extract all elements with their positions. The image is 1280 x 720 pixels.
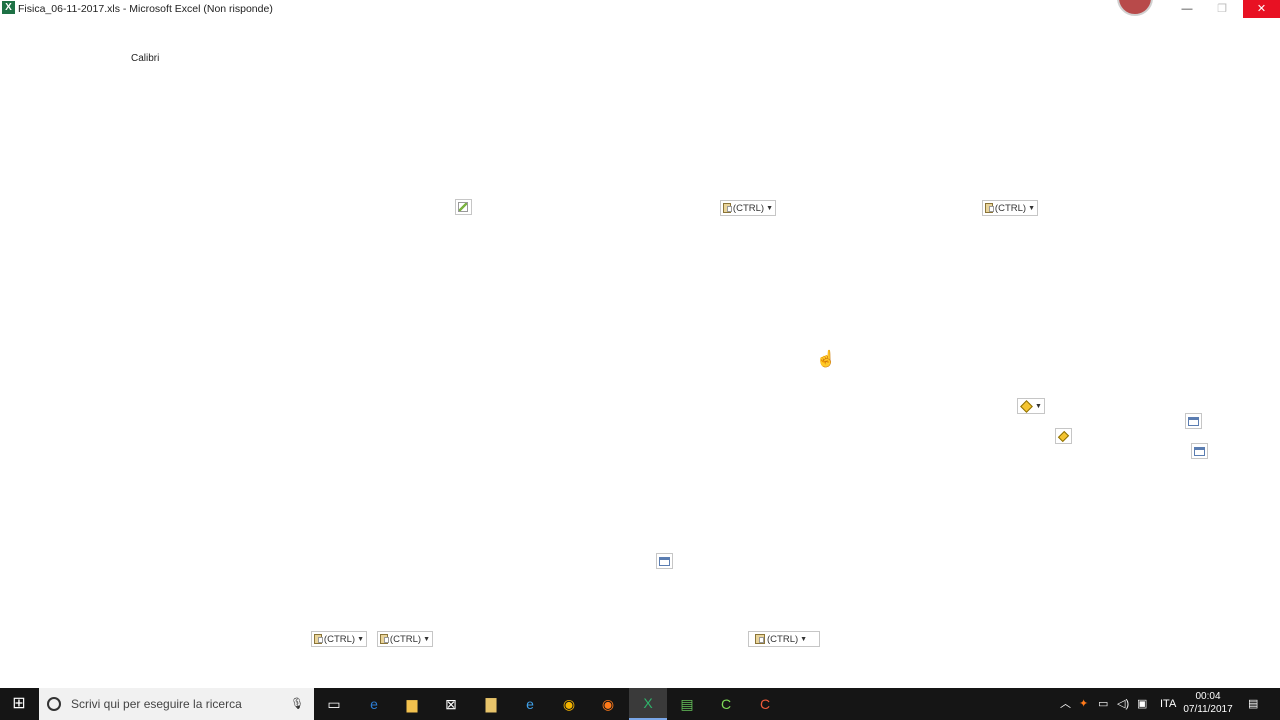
keyboard-icon[interactable]: ▣	[1137, 688, 1147, 720]
task-view-icon[interactable]: ▭	[315, 688, 353, 720]
file-explorer-icon[interactable]: ▆	[393, 688, 431, 720]
paste-options-label: (CTRL)	[389, 633, 422, 645]
close-button[interactable]: ✕	[1243, 0, 1280, 18]
clock-date: 07/11/2017	[1183, 704, 1233, 715]
windows-icon[interactable]: ⊞	[0, 688, 38, 720]
paste-options-button[interactable]: (CTRL) ▼	[982, 200, 1038, 216]
camtasia-icon[interactable]: C	[707, 688, 745, 720]
chevron-down-icon: ▼	[1028, 204, 1035, 212]
recorder-icon[interactable]: C	[746, 688, 784, 720]
spreadsheet-icon[interactable]: ▤	[668, 688, 706, 720]
paste-options-button[interactable]: (CTRL) ▼	[311, 631, 367, 647]
warning-diamond-icon	[1020, 399, 1033, 413]
search-box[interactable]: Scrivi qui per eseguire la ricerca 🎙	[39, 688, 314, 720]
volume-icon[interactable]: ◁)	[1117, 688, 1129, 720]
network-icon[interactable]: ▭	[1098, 688, 1108, 720]
chevron-down-icon: ▼	[423, 635, 430, 643]
chevron-up-icon[interactable]: ︿	[1060, 688, 1071, 720]
chevron-down-icon: ▼	[766, 204, 773, 212]
clipboard-icon	[755, 634, 765, 644]
notifications-icon[interactable]: ▤	[1248, 688, 1258, 720]
window-titlebar: X Fisica_06-11-2017.xls - Microsoft Exce…	[0, 0, 1280, 18]
minimize-button[interactable]: —	[1172, 0, 1202, 18]
table-insert-icon	[1188, 416, 1199, 426]
taskbar: ⊞ Scrivi qui per eseguire la ricerca 🎙 ▭…	[0, 688, 1280, 720]
restore-button[interactable]: ❐	[1207, 0, 1237, 18]
internet-explorer-icon[interactable]: e	[511, 688, 549, 720]
chevron-down-icon: ▼	[357, 635, 364, 643]
edge-icon[interactable]: e	[355, 688, 393, 720]
clipboard-icon	[380, 634, 389, 644]
search-placeholder: Scrivi qui per eseguire la ricerca	[71, 697, 242, 711]
chevron-down-icon: ▼	[800, 635, 808, 643]
user-avatar[interactable]	[1117, 0, 1153, 16]
store-icon[interactable]: ⊠	[432, 688, 470, 720]
chrome-icon[interactable]: ◉	[550, 688, 588, 720]
paste-options-button[interactable]: (CTRL) ▼	[748, 631, 820, 647]
paste-options-label: (CTRL)	[994, 202, 1027, 214]
table-insert-icon	[1194, 446, 1205, 456]
paste-options-button[interactable]: (CTRL) ▼	[377, 631, 433, 647]
insert-options-button[interactable]	[656, 553, 673, 569]
clipboard-icon	[985, 203, 994, 213]
microphone-icon[interactable]: 🎙	[290, 697, 304, 710]
error-check-button[interactable]: ▼	[1017, 398, 1045, 414]
paste-options-label: (CTRL)	[767, 633, 799, 645]
folder-icon[interactable]: ▇	[472, 688, 510, 720]
insert-options-button[interactable]	[1185, 413, 1202, 429]
table-insert-icon	[659, 556, 670, 566]
cortana-icon	[47, 697, 61, 711]
paintbrush-icon	[458, 202, 468, 212]
window-title: Fisica_06-11-2017.xls - Microsoft Excel …	[18, 3, 273, 15]
clock[interactable]: 00:04 07/11/2017	[1182, 690, 1234, 716]
insert-options-button[interactable]	[1191, 443, 1208, 459]
excel-app-icon[interactable]: X	[2, 1, 15, 14]
clipboard-icon	[314, 634, 323, 644]
auto-fill-options-button[interactable]	[455, 199, 472, 215]
excel-icon[interactable]: X	[629, 688, 667, 720]
firefox-tray-icon[interactable]: ✦	[1079, 688, 1088, 720]
language-indicator[interactable]: ITA	[1160, 688, 1176, 720]
paste-options-button[interactable]: (CTRL) ▼	[720, 200, 776, 216]
firefox-icon[interactable]: ◉	[589, 688, 627, 720]
paste-options-label: (CTRL)	[732, 202, 765, 214]
paste-options-label: (CTRL)	[323, 633, 356, 645]
clock-time: 00:04	[1195, 691, 1221, 702]
chevron-down-icon: ▼	[1035, 402, 1042, 410]
error-check-button[interactable]	[1055, 428, 1072, 444]
warning-diamond-icon	[1057, 430, 1070, 442]
hand-cursor-icon: ☝	[816, 351, 836, 368]
font-name-box[interactable]: Calibri	[131, 53, 159, 64]
clipboard-icon	[723, 203, 732, 213]
